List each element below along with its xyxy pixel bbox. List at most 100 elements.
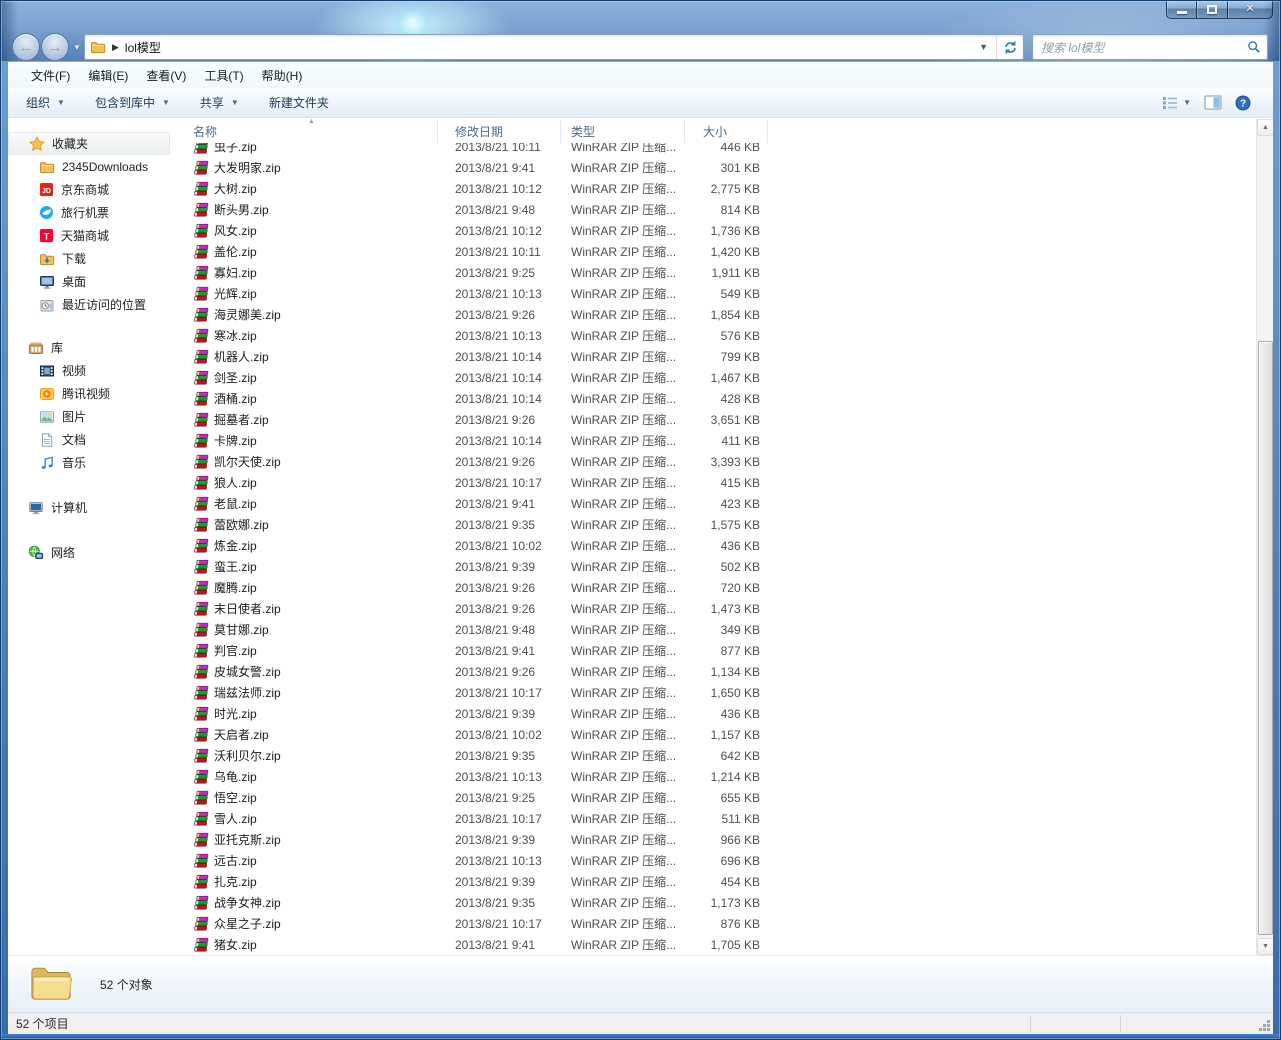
vertical-scrollbar[interactable]: ▲ ▼: [1256, 119, 1273, 955]
address-bar[interactable]: ▶ lol模型 ▼: [84, 34, 1024, 60]
file-row[interactable]: 皮城女警.zip 2013/8/21 9:26 WinRAR ZIP 压缩...…: [180, 661, 1256, 682]
file-row[interactable]: 大发明家.zip 2013/8/21 9:41 WinRAR ZIP 压缩...…: [180, 157, 1256, 178]
sidebar-item-pictures[interactable]: 图片: [8, 405, 178, 428]
file-row[interactable]: 判官.zip 2013/8/21 9:41 WinRAR ZIP 压缩... 8…: [180, 640, 1256, 661]
file-row[interactable]: 末日使者.zip 2013/8/21 9:26 WinRAR ZIP 压缩...…: [180, 598, 1256, 619]
file-row[interactable]: 蕾欧娜.zip 2013/8/21 9:35 WinRAR ZIP 压缩... …: [180, 514, 1256, 535]
sidebar-item-music[interactable]: 音乐: [8, 451, 178, 474]
sidebar-item-travel-tickets[interactable]: 旅行机票: [8, 201, 178, 224]
file-row[interactable]: 老鼠.zip 2013/8/21 9:41 WinRAR ZIP 压缩... 4…: [180, 493, 1256, 514]
scroll-down-button[interactable]: ▼: [1257, 938, 1273, 955]
column-header-size[interactable]: 大小: [685, 119, 768, 143]
history-dropdown-button[interactable]: ▼: [73, 43, 81, 52]
chevron-down-icon: ▼: [230, 98, 239, 107]
sidebar-item-tencent-video[interactable]: 腾讯视频: [8, 382, 178, 405]
file-row[interactable]: 扎克.zip 2013/8/21 9:39 WinRAR ZIP 压缩... 4…: [180, 871, 1256, 892]
file-row[interactable]: 悟空.zip 2013/8/21 9:25 WinRAR ZIP 压缩... 6…: [180, 787, 1256, 808]
sidebar-item-documents[interactable]: 文档: [8, 428, 178, 451]
back-button[interactable]: ←: [12, 33, 40, 61]
file-row[interactable]: 沃利贝尔.zip 2013/8/21 9:35 WinRAR ZIP 压缩...…: [180, 745, 1256, 766]
breadcrumb-path[interactable]: lol模型: [125, 39, 161, 56]
menu-item-view[interactable]: 查看(V): [137, 63, 195, 88]
forward-button[interactable]: →: [41, 33, 69, 61]
scrollbar-thumb[interactable]: [1258, 341, 1273, 935]
refresh-button[interactable]: [997, 35, 1023, 59]
sidebar-item-2345downloads[interactable]: 2345Downloads: [8, 155, 178, 178]
file-row[interactable]: 雪人.zip 2013/8/21 10:17 WinRAR ZIP 压缩... …: [180, 808, 1256, 829]
file-type: WinRAR ZIP 压缩...: [571, 476, 677, 490]
menu-item-edit[interactable]: 编辑(E): [79, 63, 137, 88]
sidebar-item-label: 天猫商城: [61, 229, 110, 243]
column-header-label: 大小: [703, 124, 728, 139]
file-row[interactable]: 盖伦.zip 2013/8/21 10:11 WinRAR ZIP 压缩... …: [180, 241, 1256, 262]
sidebar-item-desktop[interactable]: 桌面: [8, 270, 178, 293]
new-folder-button[interactable]: 新建文件夹: [259, 89, 339, 116]
file-row[interactable]: 断头男.zip 2013/8/21 9:48 WinRAR ZIP 压缩... …: [180, 199, 1256, 220]
file-row[interactable]: 天启者.zip 2013/8/21 10:02 WinRAR ZIP 压缩...…: [180, 724, 1256, 745]
file-row[interactable]: 猪女.zip 2013/8/21 9:41 WinRAR ZIP 压缩... 1…: [180, 934, 1256, 955]
file-row[interactable]: 寒冰.zip 2013/8/21 10:13 WinRAR ZIP 压缩... …: [180, 325, 1256, 346]
preview-pane-button[interactable]: [1204, 95, 1222, 110]
search-input[interactable]: 搜索 lol模型: [1032, 34, 1268, 60]
window-frame-right: [1273, 62, 1281, 1034]
file-row[interactable]: 剑圣.zip 2013/8/21 10:14 WinRAR ZIP 压缩... …: [180, 367, 1256, 388]
sidebar-section-computer[interactable]: 计算机: [8, 496, 178, 519]
file-row[interactable]: 乌龟.zip 2013/8/21 10:13 WinRAR ZIP 压缩... …: [180, 766, 1256, 787]
sidebar-item-tmall[interactable]: T 天猫商城: [8, 224, 178, 247]
sidebar-section-libraries[interactable]: 库: [8, 336, 178, 359]
maximize-button[interactable]: [1197, 0, 1228, 19]
folder-icon[interactable]: [90, 39, 106, 55]
file-row[interactable]: 海灵娜美.zip 2013/8/21 9:26 WinRAR ZIP 压缩...…: [180, 304, 1256, 325]
file-row[interactable]: 酒桶.zip 2013/8/21 10:14 WinRAR ZIP 压缩... …: [180, 388, 1256, 409]
close-button[interactable]: ✕: [1228, 0, 1273, 19]
file-row[interactable]: 瑞兹法师.zip 2013/8/21 10:17 WinRAR ZIP 压缩..…: [180, 682, 1256, 703]
file-row[interactable]: 掘墓者.zip 2013/8/21 9:26 WinRAR ZIP 压缩... …: [180, 409, 1256, 430]
file-row[interactable]: 大树.zip 2013/8/21 10:12 WinRAR ZIP 压缩... …: [180, 178, 1256, 199]
file-name: 酒桶.zip: [214, 392, 257, 406]
file-row[interactable]: 寡妇.zip 2013/8/21 9:25 WinRAR ZIP 压缩... 1…: [180, 262, 1256, 283]
file-row[interactable]: 蛮王.zip 2013/8/21 9:39 WinRAR ZIP 压缩... 5…: [180, 556, 1256, 577]
file-type: WinRAR ZIP 压缩...: [571, 854, 677, 868]
file-row[interactable]: 战争女神.zip 2013/8/21 9:35 WinRAR ZIP 压缩...…: [180, 892, 1256, 913]
sidebar-section-network[interactable]: 网络: [8, 541, 178, 564]
sidebar-item-videos[interactable]: 视频: [8, 359, 178, 382]
scroll-up-button[interactable]: ▲: [1257, 119, 1273, 136]
file-row[interactable]: 远古.zip 2013/8/21 10:13 WinRAR ZIP 压缩... …: [180, 850, 1256, 871]
views-button[interactable]: ▼: [1162, 96, 1191, 110]
file-row[interactable]: 机器人.zip 2013/8/21 10:14 WinRAR ZIP 压缩...…: [180, 346, 1256, 367]
file-row[interactable]: 风女.zip 2013/8/21 10:12 WinRAR ZIP 压缩... …: [180, 220, 1256, 241]
include-in-library-button[interactable]: 包含到库中 ▼: [85, 89, 180, 116]
organize-button[interactable]: 组织 ▼: [16, 89, 75, 116]
resize-grip-icon[interactable]: [1267, 1028, 1270, 1031]
menu-item-tools[interactable]: 工具(T): [195, 63, 252, 88]
sidebar-item-downloads[interactable]: 下载: [8, 247, 178, 270]
file-name: 海灵娜美.zip: [214, 308, 281, 322]
file-row[interactable]: 亚托克斯.zip 2013/8/21 9:39 WinRAR ZIP 压缩...…: [180, 829, 1256, 850]
column-header-date-modified[interactable]: 修改日期: [438, 119, 561, 143]
search-icon[interactable]: [1247, 40, 1261, 54]
file-row[interactable]: 卡牌.zip 2013/8/21 10:14 WinRAR ZIP 压缩... …: [180, 430, 1256, 451]
column-header-type[interactable]: 类型: [561, 119, 685, 143]
file-row[interactable]: 光辉.zip 2013/8/21 10:13 WinRAR ZIP 压缩... …: [180, 283, 1256, 304]
title-bar[interactable]: ✕ ← → ▼ ▶ lol模型 ▼ 搜索 lol模型: [0, 0, 1281, 62]
column-header-name[interactable]: 名称: [180, 119, 438, 143]
file-row[interactable]: 凯尔天使.zip 2013/8/21 9:26 WinRAR ZIP 压缩...…: [180, 451, 1256, 472]
file-modified-date: 2013/8/21 10:13: [455, 328, 542, 343]
file-row[interactable]: 魔腾.zip 2013/8/21 9:26 WinRAR ZIP 压缩... 7…: [180, 577, 1256, 598]
menu-item-help[interactable]: 帮助(H): [253, 63, 312, 88]
breadcrumb-arrow-icon[interactable]: ▶: [112, 42, 119, 53]
file-row[interactable]: 炼金.zip 2013/8/21 10:02 WinRAR ZIP 压缩... …: [180, 535, 1256, 556]
minimize-button[interactable]: [1166, 0, 1197, 19]
share-button[interactable]: 共享 ▼: [190, 89, 249, 116]
file-row[interactable]: 众星之子.zip 2013/8/21 10:17 WinRAR ZIP 压缩..…: [180, 913, 1256, 934]
menu-item-file[interactable]: 文件(F): [22, 63, 79, 88]
help-button[interactable]: ?: [1235, 95, 1251, 111]
sidebar-item-jd-mall[interactable]: JD 京东商城: [8, 178, 178, 201]
file-row[interactable]: 狼人.zip 2013/8/21 10:17 WinRAR ZIP 压缩... …: [180, 472, 1256, 493]
file-row[interactable]: 莫甘娜.zip 2013/8/21 9:48 WinRAR ZIP 压缩... …: [180, 619, 1256, 640]
sidebar-item-recent-places[interactable]: 最近访问的位置: [8, 293, 178, 316]
file-row[interactable]: 虫子.zip 2013/8/21 10:11 WinRAR ZIP 压缩... …: [180, 143, 1256, 157]
file-row[interactable]: 时光.zip 2013/8/21 9:39 WinRAR ZIP 压缩... 4…: [180, 703, 1256, 724]
address-dropdown-button[interactable]: ▼: [971, 35, 996, 59]
sidebar-section-favorites[interactable]: 收藏夹: [8, 132, 170, 155]
